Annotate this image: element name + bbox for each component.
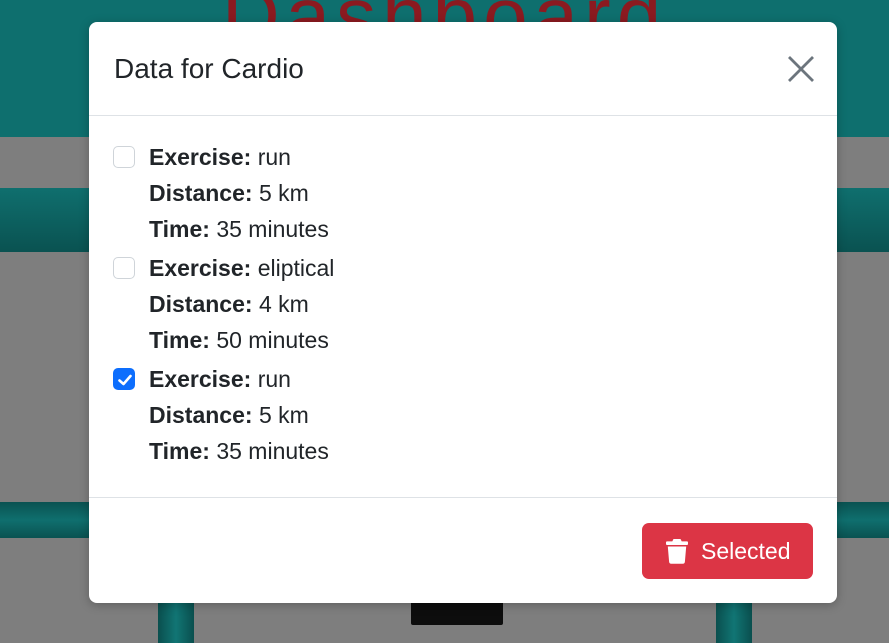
exercise-line: Exercise: eliptical <box>149 253 334 283</box>
time-value: 35 minutes <box>216 438 329 464</box>
cardio-data-modal: Data for Cardio Exercise: run Distance: … <box>89 22 837 603</box>
exercise-entry: Exercise: run Distance: 5 km Time: 35 mi… <box>89 116 837 242</box>
modal-footer: Selected <box>89 497 837 603</box>
exercise-value: eliptical <box>257 255 335 281</box>
checkmark-icon <box>118 374 132 386</box>
entry-checkbox[interactable] <box>113 257 135 279</box>
exercise-entry: Exercise: eliptical Distance: 4 km Time:… <box>89 227 837 353</box>
exercise-value: run <box>257 144 291 170</box>
distance-label: Distance: <box>149 180 253 206</box>
delete-selected-button[interactable]: Selected <box>642 523 813 579</box>
exercise-label: Exercise: <box>149 144 252 170</box>
distance-label: Distance: <box>149 402 253 428</box>
distance-label: Distance: <box>149 291 253 317</box>
modal-title: Data for Cardio <box>114 53 304 84</box>
exercise-entry: Exercise: run Distance: 5 km Time: 35 mi… <box>89 338 837 464</box>
trash-icon <box>666 539 688 564</box>
distance-line: Distance: 5 km <box>149 400 309 430</box>
time-label: Time: <box>149 438 210 464</box>
distance-line: Distance: 4 km <box>149 289 309 319</box>
close-button[interactable] <box>782 53 820 87</box>
entry-checkbox[interactable] <box>113 146 135 168</box>
delete-button-label: Selected <box>701 538 791 564</box>
exercise-label: Exercise: <box>149 255 252 281</box>
distance-line: Distance: 5 km <box>149 178 309 208</box>
modal-header: Data for Cardio <box>89 22 837 116</box>
distance-value: 5 km <box>258 180 309 206</box>
exercise-line: Exercise: run <box>149 142 291 172</box>
exercise-line: Exercise: run <box>149 364 291 394</box>
modal-body: Exercise: run Distance: 5 km Time: 35 mi… <box>89 116 837 496</box>
close-icon <box>788 56 814 82</box>
exercise-label: Exercise: <box>149 366 252 392</box>
exercise-value: run <box>257 366 291 392</box>
distance-value: 5 km <box>258 402 309 428</box>
time-line: Time: 35 minutes <box>149 436 329 466</box>
distance-value: 4 km <box>258 291 309 317</box>
entry-checkbox[interactable] <box>113 368 135 390</box>
